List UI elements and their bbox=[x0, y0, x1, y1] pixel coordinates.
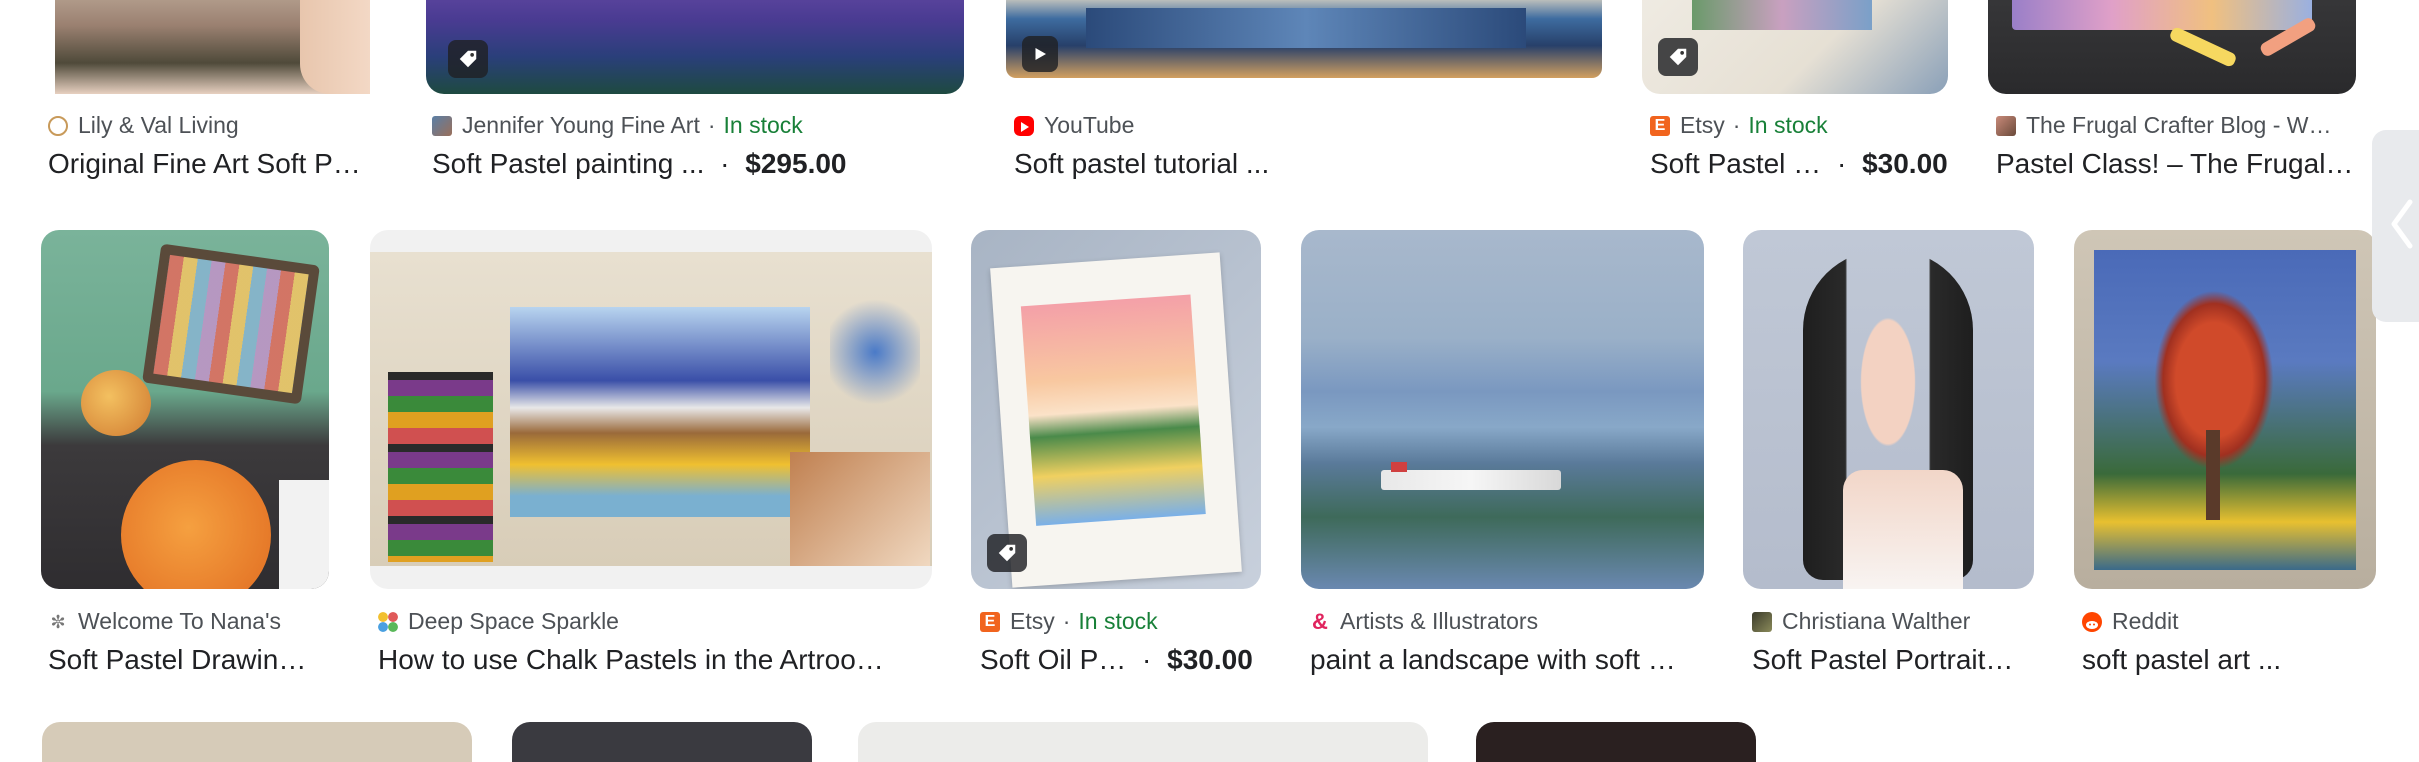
result-image-partial[interactable] bbox=[1476, 722, 1756, 762]
tag-icon bbox=[987, 534, 1027, 572]
result-card[interactable]: & Artists & Illustrators paint a landsca… bbox=[1290, 230, 1710, 680]
youtube-favicon-icon bbox=[1014, 115, 1034, 136]
separator: · bbox=[1836, 148, 1847, 179]
stock-status: In stock bbox=[1748, 112, 1828, 138]
side-panel-toggle[interactable] bbox=[2372, 130, 2419, 322]
source-name: YouTube bbox=[1044, 112, 1135, 138]
result-title[interactable]: Soft Oil P… · $30.00 bbox=[980, 644, 1253, 676]
separator: · bbox=[1732, 112, 1741, 138]
result-title-text: Original Fine Art Soft P… bbox=[48, 148, 361, 179]
result-source: YouTube bbox=[1014, 112, 1134, 139]
result-image[interactable] bbox=[41, 230, 329, 589]
source-name: Welcome To Nana's bbox=[78, 608, 281, 634]
result-title[interactable]: Original Fine Art Soft P… bbox=[48, 148, 378, 180]
result-title[interactable]: paint a landscape with soft … bbox=[1310, 644, 1710, 676]
result-title[interactable]: Soft Pastel Portrait… bbox=[1752, 644, 2047, 676]
source-name: Deep Space Sparkle bbox=[408, 608, 619, 634]
source-name: Jennifer Young Fine Art bbox=[462, 112, 700, 138]
result-source: ✼ Welcome To Nana's bbox=[48, 608, 281, 635]
result-title-text: paint a landscape with soft … bbox=[1310, 644, 1676, 675]
separator: · bbox=[1142, 644, 1152, 675]
result-card[interactable]: Deep Space Sparkle How to use Chalk Past… bbox=[360, 230, 940, 680]
result-card[interactable]: ✼ Welcome To Nana's Soft Pastel Drawin… bbox=[30, 230, 340, 680]
result-title[interactable]: soft pastel art ... bbox=[2082, 644, 2372, 676]
result-card[interactable]: Reddit soft pastel art ... bbox=[2070, 230, 2380, 680]
result-source: E Etsy · In stock bbox=[1650, 112, 1828, 139]
result-image[interactable] bbox=[1988, 0, 2356, 94]
result-source: Jennifer Young Fine Art · In stock bbox=[432, 112, 803, 139]
result-image[interactable] bbox=[370, 230, 932, 589]
result-card[interactable]: Christiana Walther Soft Pastel Portrait… bbox=[1730, 230, 2050, 680]
result-title[interactable]: How to use Chalk Pastels in the Artroo… bbox=[378, 644, 938, 676]
result-title-text: Soft Oil P… bbox=[980, 644, 1127, 675]
stock-status: In stock bbox=[1078, 608, 1158, 634]
result-source: Deep Space Sparkle bbox=[378, 608, 619, 635]
result-image[interactable] bbox=[426, 0, 964, 94]
result-source: Lily & Val Living bbox=[48, 112, 239, 139]
site-favicon-icon bbox=[1996, 115, 2016, 136]
site-favicon-icon bbox=[432, 115, 452, 136]
etsy-favicon-icon: E bbox=[1650, 115, 1670, 136]
result-title[interactable]: Soft Pastel Drawin… bbox=[48, 644, 338, 676]
source-name: The Frugal Crafter Blog - W… bbox=[2026, 112, 2332, 138]
site-favicon-icon bbox=[1752, 611, 1772, 632]
separator: · bbox=[1062, 608, 1071, 634]
result-image[interactable] bbox=[1743, 230, 2034, 589]
result-source: & Artists & Illustrators bbox=[1310, 608, 1538, 635]
result-title-text: Soft Pastel Portrait… bbox=[1752, 644, 2014, 675]
site-favicon-icon bbox=[48, 115, 68, 136]
result-image-partial[interactable] bbox=[512, 722, 812, 762]
result-title-text: Soft Pastel Drawin… bbox=[48, 644, 307, 675]
result-image[interactable] bbox=[1301, 230, 1704, 589]
result-title-text: Soft pastel tutorial ... bbox=[1014, 148, 1270, 179]
result-source: Reddit bbox=[2082, 608, 2178, 635]
result-image[interactable] bbox=[55, 0, 370, 94]
price: $30.00 bbox=[1167, 644, 1253, 675]
price: $30.00 bbox=[1862, 148, 1948, 179]
result-image[interactable] bbox=[971, 230, 1261, 589]
result-source: The Frugal Crafter Blog - W… bbox=[1996, 112, 2331, 139]
source-name: Christiana Walther bbox=[1782, 608, 1971, 634]
result-title[interactable]: Soft Pastel painting ... · $295.00 bbox=[432, 148, 847, 180]
result-title-text: Pastel Class! – The Frugal… bbox=[1996, 148, 2354, 179]
source-name: Artists & Illustrators bbox=[1340, 608, 1539, 634]
result-image[interactable] bbox=[1006, 0, 1602, 78]
stock-status: In stock bbox=[723, 112, 803, 138]
reddit-favicon-icon bbox=[2082, 611, 2102, 632]
separator: · bbox=[707, 112, 716, 138]
result-image[interactable] bbox=[1642, 0, 1948, 94]
play-icon bbox=[1022, 36, 1058, 72]
result-card[interactable]: Lily & Val Living Original Fine Art Soft… bbox=[0, 0, 380, 190]
result-source: Christiana Walther bbox=[1752, 608, 1970, 635]
site-favicon-icon: & bbox=[1312, 608, 1328, 634]
site-favicon-icon bbox=[378, 611, 398, 632]
separator: · bbox=[720, 148, 730, 179]
source-name: Etsy bbox=[1010, 608, 1055, 634]
sparkle-favicon-icon: ✼ bbox=[50, 611, 66, 632]
source-name: Reddit bbox=[2112, 608, 2179, 634]
result-title[interactable]: Pastel Class! – The Frugal… bbox=[1996, 148, 2366, 180]
result-title-text: Soft Pastel … bbox=[1650, 148, 1822, 179]
chevron-left-icon bbox=[2388, 196, 2416, 257]
result-image-partial[interactable] bbox=[42, 722, 472, 762]
result-card[interactable]: E Etsy · In stock Soft Oil P… · $30.00 bbox=[960, 230, 1270, 680]
result-image[interactable] bbox=[2074, 230, 2376, 589]
price: $295.00 bbox=[745, 148, 847, 179]
result-card[interactable]: E Etsy · In stock Soft Pastel … · $30.00 bbox=[1640, 0, 1960, 190]
result-source: E Etsy · In stock bbox=[980, 608, 1158, 635]
tag-icon bbox=[1658, 38, 1698, 76]
result-title[interactable]: Soft Pastel … · $30.00 bbox=[1650, 148, 1948, 180]
result-title-text: Soft Pastel painting ... bbox=[432, 148, 705, 179]
source-name: Lily & Val Living bbox=[78, 112, 239, 138]
result-card[interactable]: The Frugal Crafter Blog - W… Pastel Clas… bbox=[1980, 0, 2380, 190]
result-card[interactable]: Jennifer Young Fine Art · In stock Soft … bbox=[420, 0, 980, 190]
result-title-text: soft pastel art ... bbox=[2082, 644, 2282, 675]
result-title-text: How to use Chalk Pastels in the Artroo… bbox=[378, 644, 884, 675]
tag-icon bbox=[448, 40, 488, 78]
result-card[interactable]: YouTube Soft pastel tutorial ... bbox=[1000, 0, 1620, 190]
etsy-favicon-icon: E bbox=[980, 611, 1000, 632]
source-name: Etsy bbox=[1680, 112, 1725, 138]
result-title[interactable]: Soft pastel tutorial ... bbox=[1014, 148, 1269, 180]
result-image-partial[interactable] bbox=[858, 722, 1428, 762]
